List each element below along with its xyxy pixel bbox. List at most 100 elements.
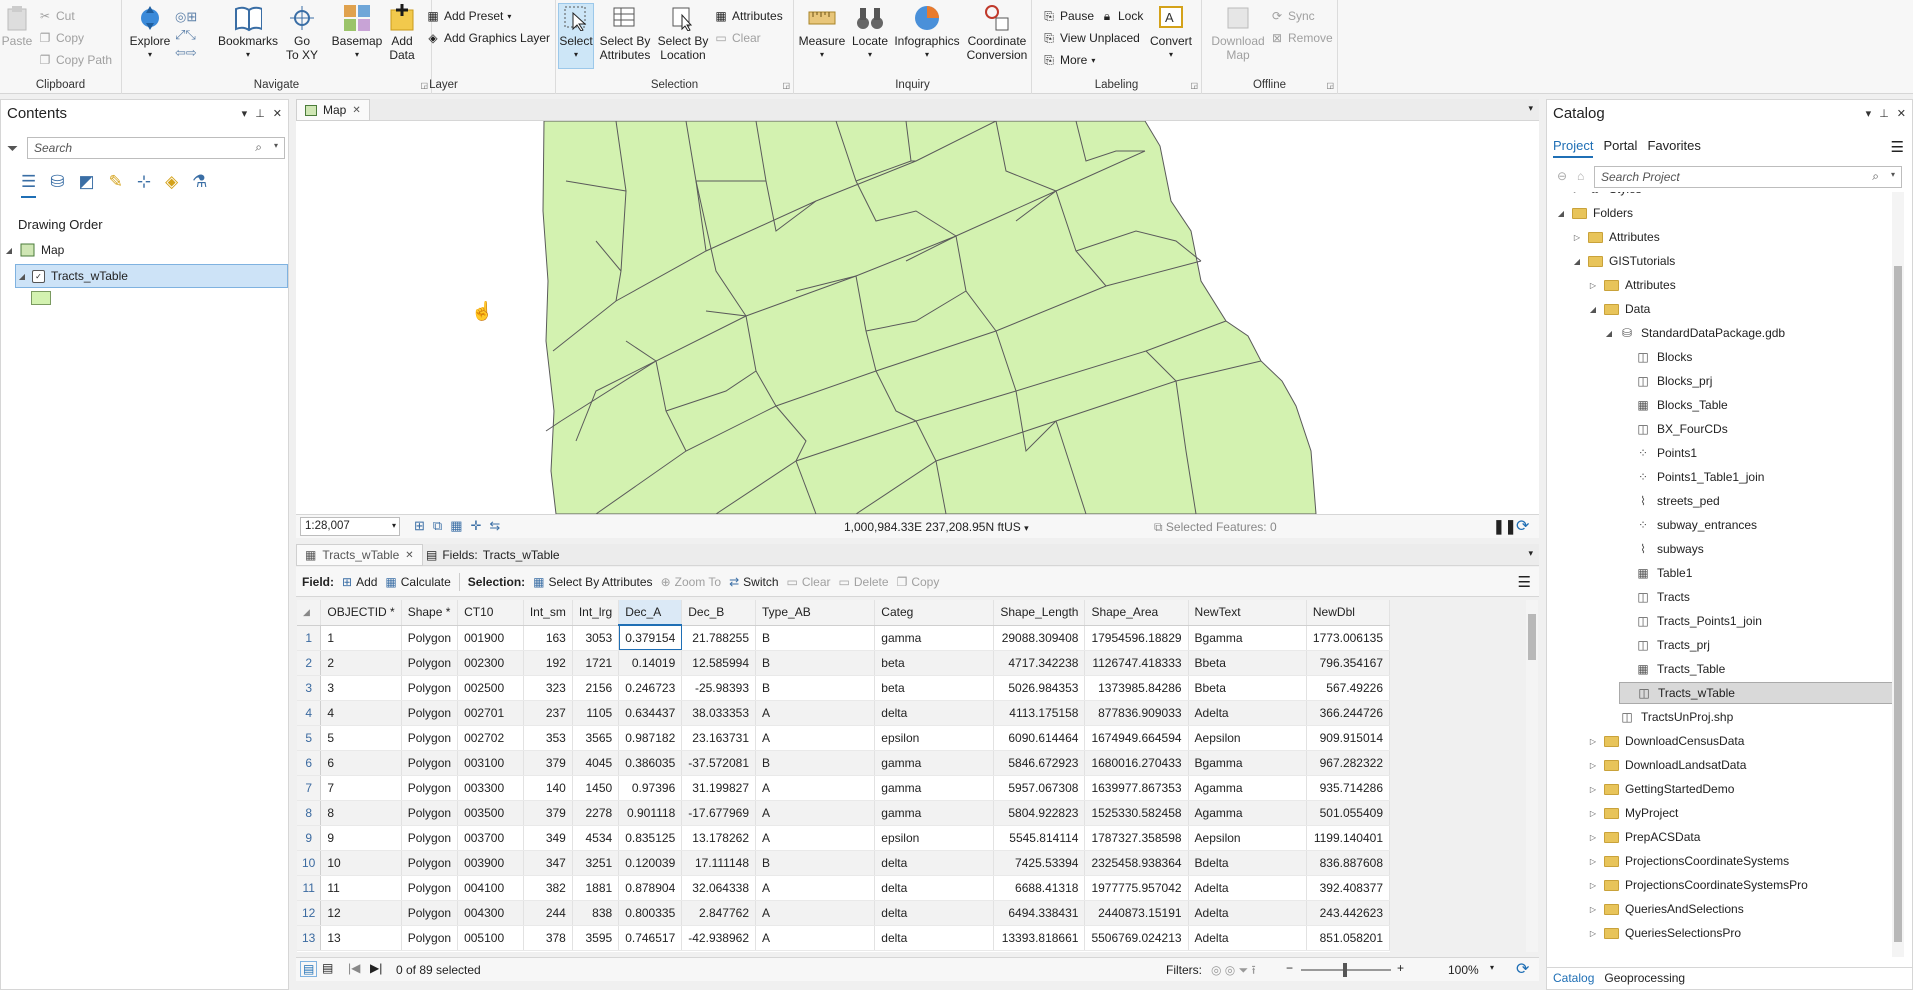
table-cell[interactable]: 838 bbox=[572, 900, 620, 926]
clear-selection-button[interactable]: ▭ Clear bbox=[787, 575, 831, 589]
table-cell[interactable]: epsilon bbox=[874, 725, 995, 751]
table-cell[interactable]: 353 bbox=[523, 725, 573, 751]
table-cell[interactable]: 366.244726 bbox=[1306, 700, 1390, 726]
cut-button[interactable]: ✂ Cut bbox=[38, 9, 75, 23]
table-cell[interactable]: Bbeta bbox=[1188, 650, 1307, 676]
table-row[interactable]: 7 7 Polygon 003300 140 1450 0.97396 31.199827 Ag… bbox=[297, 775, 1390, 801]
table-row[interactable]: 5 5 Polygon 002702 353 3565 0.987182 23.163731 A… bbox=[297, 725, 1390, 751]
table-cell[interactable]: 32.064338 bbox=[681, 875, 756, 901]
copy-path-button[interactable]: ❐ Copy Path bbox=[38, 53, 112, 67]
table-cell[interactable]: Agamma bbox=[1188, 775, 1307, 801]
basemap-button[interactable]: Basemap ▾ bbox=[332, 4, 382, 62]
table-cell[interactable]: 379 bbox=[523, 800, 573, 826]
table-cell[interactable]: 003100 bbox=[457, 750, 524, 776]
table-cell[interactable]: 244 bbox=[523, 900, 573, 926]
more-labeling-button[interactable]: ⎘ More ▾ bbox=[1042, 53, 1095, 68]
table-cell[interactable]: 382 bbox=[523, 875, 573, 901]
collapse-icon[interactable]: ◢ bbox=[3, 246, 15, 255]
attributes-button[interactable]: ▦ Attributes bbox=[714, 9, 782, 23]
table-cell[interactable]: 003900 bbox=[457, 850, 524, 876]
table-cell[interactable]: 17954596.18829 bbox=[1084, 625, 1189, 651]
map-tab[interactable]: Map ✕ bbox=[296, 99, 370, 121]
table-cell[interactable]: B bbox=[755, 625, 876, 651]
catalog-item[interactable]: ▷ QueriesSelectionsPro bbox=[1587, 922, 1741, 944]
table-cell[interactable]: Aepsilon bbox=[1188, 725, 1307, 751]
table-cell[interactable]: Bbeta bbox=[1188, 675, 1307, 701]
catalog-item[interactable]: ◫ BX_FourCDs bbox=[1619, 418, 1727, 440]
table-cell[interactable]: gamma bbox=[874, 775, 995, 801]
table-cell[interactable]: 6494.338431 bbox=[993, 900, 1086, 926]
pane-menu-icon[interactable]: ▾ bbox=[242, 107, 248, 120]
column-header[interactable]: Int_lrg bbox=[572, 600, 620, 626]
add-field-button[interactable]: ⊞ Add bbox=[342, 575, 377, 589]
table-cell[interactable]: Polygon bbox=[401, 650, 459, 676]
table-cell[interactable]: 0.634437 bbox=[618, 700, 683, 726]
table-cell[interactable]: 0.120039 bbox=[618, 850, 683, 876]
table-cell[interactable]: B bbox=[755, 650, 876, 676]
table-cell[interactable]: gamma bbox=[874, 750, 995, 776]
table-cell[interactable]: 347 bbox=[523, 850, 573, 876]
table-cell[interactable]: 379 bbox=[523, 750, 573, 776]
contents-search-input[interactable]: Search ⌕ ▾ bbox=[27, 137, 285, 159]
catalog-item[interactable]: ◫ Tracts_wTable bbox=[1619, 682, 1897, 704]
catalog-item[interactable]: ▦ Blocks_Table bbox=[1619, 394, 1727, 416]
view-unplaced-button[interactable]: ⎘ View Unplaced bbox=[1042, 31, 1140, 46]
table-cell[interactable]: 0.14019 bbox=[618, 650, 683, 676]
refresh-icon[interactable]: ⟳ bbox=[1516, 516, 1529, 536]
table-row[interactable]: 6 6 Polygon 003100 379 4045 0.386035 -37.572081… bbox=[297, 750, 1390, 776]
table-row[interactable]: 2 2 Polygon 002300 192 1721 0.14019 12.585994 Bb… bbox=[297, 650, 1390, 676]
table-cell[interactable]: 38.033353 bbox=[681, 700, 756, 726]
chevron-down-icon[interactable]: ▾ bbox=[274, 141, 278, 150]
sync-button[interactable]: ⟳ Sync bbox=[1270, 9, 1315, 23]
scale-selector[interactable]: 1:28,007 ▾ bbox=[300, 517, 400, 536]
table-cell[interactable]: 13.178262 bbox=[681, 825, 756, 851]
constraint-icon[interactable]: ⇆ bbox=[489, 518, 500, 534]
table-cell[interactable]: 0.246723 bbox=[618, 675, 683, 701]
close-table-tab-icon[interactable]: ✕ bbox=[405, 550, 413, 561]
select-by-attributes-button[interactable]: ▦ Select By Attributes bbox=[533, 575, 652, 589]
table-cell[interactable]: 935.714286 bbox=[1306, 775, 1390, 801]
table-cell[interactable]: 192 bbox=[523, 650, 573, 676]
table-cell[interactable]: A bbox=[755, 700, 876, 726]
table-cell[interactable]: 21.788255 bbox=[681, 625, 756, 651]
catalog-item[interactable]: ◢ ⛁ StandardDataPackage.gdb bbox=[1603, 322, 1785, 344]
table-cell[interactable]: Polygon bbox=[401, 800, 459, 826]
add-graphics-layer-button[interactable]: ◈ Add Graphics Layer bbox=[426, 31, 550, 45]
catalog-item[interactable]: ▦ Table1 bbox=[1619, 562, 1692, 584]
zoom-to-button[interactable]: ⊕ Zoom To bbox=[661, 575, 722, 589]
table-cell[interactable]: 17.111148 bbox=[681, 850, 756, 876]
table-row[interactable]: 11 11 Polygon 004100 382 1881 0.878904 32.06433… bbox=[297, 875, 1390, 901]
table-cell[interactable]: 2325458.938364 bbox=[1084, 850, 1189, 876]
catalog-item[interactable]: ▷ PrepACSData bbox=[1587, 826, 1700, 848]
filter-icon[interactable]: ⏷ bbox=[7, 140, 18, 157]
table-cell[interactable]: 0.901118 bbox=[618, 800, 683, 826]
table-cell[interactable]: 0.386035 bbox=[618, 750, 683, 776]
table-cell[interactable]: 002702 bbox=[457, 725, 524, 751]
table-cell[interactable]: delta bbox=[874, 925, 995, 951]
table-cell[interactable]: 7 bbox=[320, 775, 402, 801]
table-cell[interactable]: 1773.006135 bbox=[1306, 625, 1390, 651]
collapsed-icon[interactable]: ▷ bbox=[1587, 881, 1599, 890]
table-cell[interactable]: Bdelta bbox=[1188, 850, 1307, 876]
table-cell[interactable]: 909.915014 bbox=[1306, 725, 1390, 751]
catalog-item[interactable]: ⌇ streets_ped bbox=[1619, 490, 1720, 512]
collapsed-icon[interactable]: ▷ bbox=[1587, 761, 1599, 770]
snapping-icon[interactable]: ✛ bbox=[471, 518, 482, 534]
table-cell[interactable]: 3053 bbox=[572, 625, 620, 651]
calculate-field-button[interactable]: ▦ Calculate bbox=[385, 575, 450, 589]
table-row[interactable]: 12 12 Polygon 004300 244 838 0.800335 2.847762 A… bbox=[297, 900, 1390, 926]
table-cell[interactable]: 6688.41318 bbox=[993, 875, 1086, 901]
catalog-item[interactable]: ◢ GISTutorials bbox=[1571, 250, 1675, 272]
table-cell[interactable]: 323 bbox=[523, 675, 573, 701]
table-cell[interactable]: 796.354167 bbox=[1306, 650, 1390, 676]
table-cell[interactable]: 5846.672923 bbox=[993, 750, 1086, 776]
table-row[interactable]: 9 9 Polygon 003700 349 4534 0.835125 13.178262 A… bbox=[297, 825, 1390, 851]
catalog-item[interactable]: ◢ Data bbox=[1587, 298, 1650, 320]
navigation-tools[interactable]: ◎⊞ ⤢⤡ ⇦⇨ bbox=[175, 8, 211, 68]
table-cell[interactable]: 349 bbox=[523, 825, 573, 851]
table-cell[interactable]: gamma bbox=[874, 800, 995, 826]
table-cell[interactable]: epsilon bbox=[874, 825, 995, 851]
select-by-location-button[interactable]: Select By Location bbox=[656, 4, 710, 62]
collapsed-icon[interactable]: ▷ bbox=[1587, 785, 1599, 794]
row-number[interactable]: 3 bbox=[297, 675, 322, 701]
